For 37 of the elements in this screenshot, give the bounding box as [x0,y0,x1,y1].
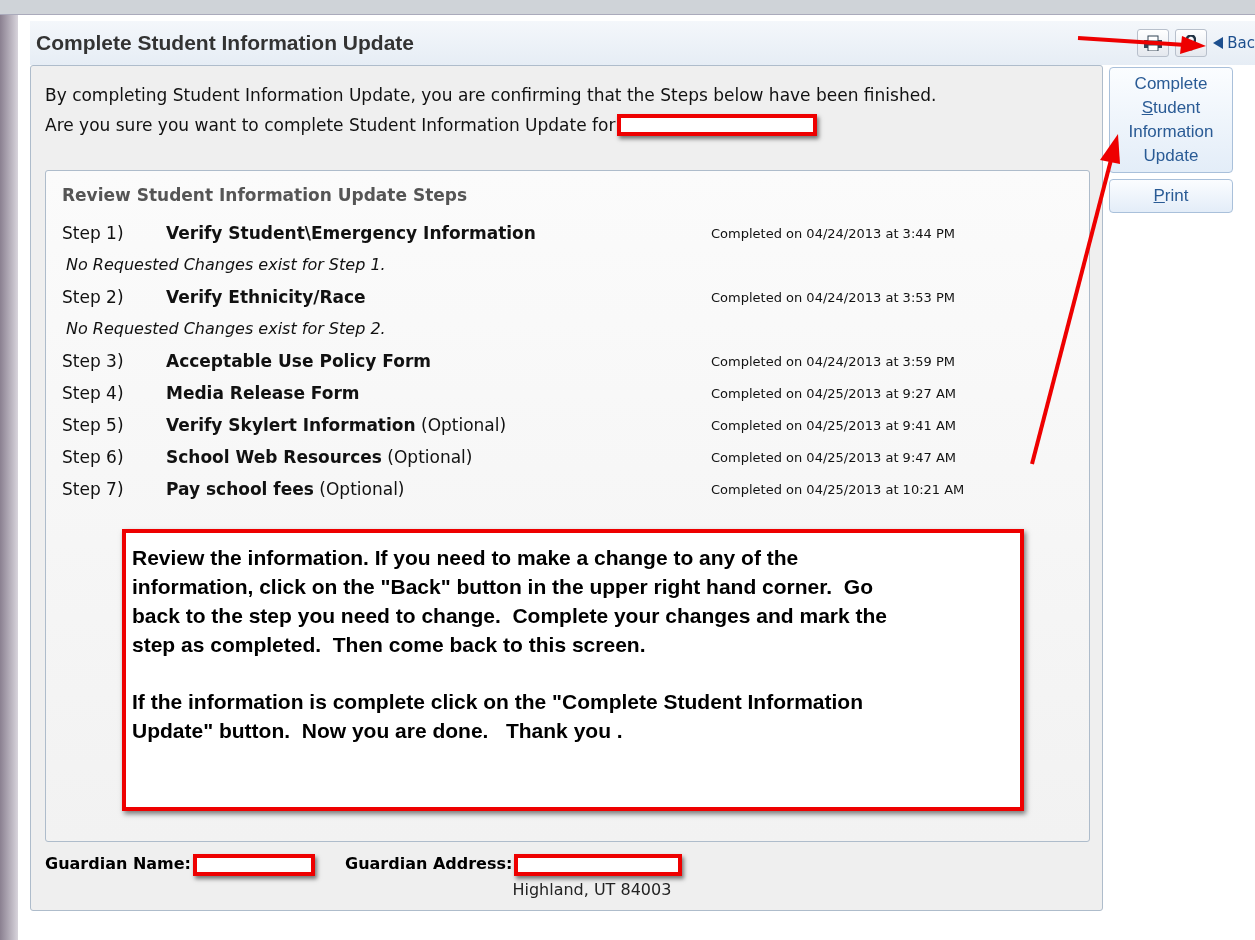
step-name: Acceptable Use Policy Form [166,351,432,371]
guardian-name-label: Guardian Name: [45,854,191,873]
completion-date: Completed on 04/25/2013 at 9:47 AM [711,449,958,465]
step-number: Step 5) [62,415,125,435]
step-name: Pay school fees (Optional) [166,479,406,499]
step-number: Step 3) [62,351,125,371]
step-note: No Requested Changes exist for Step 1. [65,254,387,276]
intro-text: Are you sure you want to complete Student Information Update for [45,114,616,137]
left-triangle-icon [1213,37,1224,49]
completion-date: Completed on 04/24/2013 at 3:59 PM [711,353,956,369]
step-name: Media Release Form [166,383,361,403]
instruction-text: Review the information. If you need to make a change to any of the information, click on the "Back" button in the upper right hand corner. Go back to the step you need to change. Complete your changes and mark the step as completed. Then come back to this screen. [132,545,888,658]
step-number: Step 6) [62,447,125,467]
step-number: Step 4) [62,383,125,403]
page-title: Complete Student Information Update [36,31,414,55]
printer-icon [1143,35,1164,51]
print-button[interactable]: Print [1109,179,1233,213]
guardian-address-label: Guardian Address: [345,854,513,873]
intro-text: By completing Student Information Update, you are confirming that the Steps below have been finished. [45,84,938,107]
steps-title: Review Student Information Update Steps [62,185,469,205]
step-note: No Requested Changes exist for Step 2. [65,318,387,340]
step-name: Verify Ethnicity/Race [166,287,367,307]
completion-date: Completed on 04/25/2013 at 9:27 AM [711,385,958,401]
step-name: School Web Resources (Optional) [166,447,474,467]
completion-date: Completed on 04/25/2013 at 9:41 AM [711,417,958,433]
back-link[interactable]: Bac [1213,34,1255,52]
step-number: Step 7) [62,479,125,499]
complete-button[interactable]: Complete Student Information Update [1109,67,1233,173]
step-number: Step 2) [62,287,125,307]
step-name: Verify Skylert Information (Optional) [166,415,508,435]
guardian-address: Highland, UT 84003 [512,880,673,899]
completion-date: Completed on 04/24/2013 at 3:53 PM [711,289,956,305]
step-number: Step 1) [62,223,125,243]
step-name: Verify Student\Emergency Information [166,223,537,243]
completion-date: Completed on 04/24/2013 at 3:44 PM [711,225,956,241]
completion-date: Completed on 04/25/2013 at 10:21 AM [711,481,966,497]
instruction-text: If the information is complete click on the "Complete Student Information Update" button. Now you are done. Thank you . [132,689,864,744]
